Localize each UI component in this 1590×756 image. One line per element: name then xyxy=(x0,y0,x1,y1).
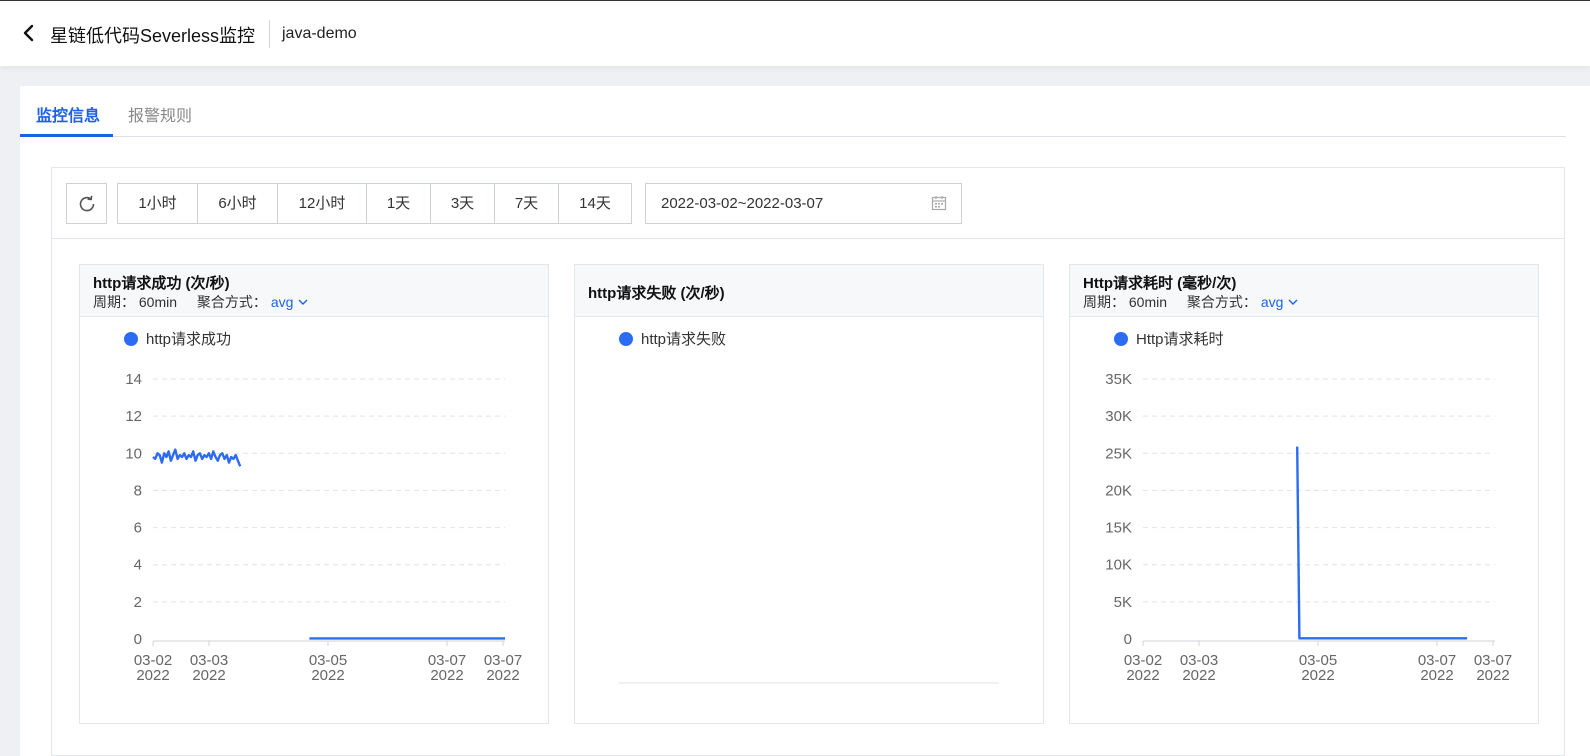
range-1d-button[interactable]: 1天 xyxy=(367,184,431,223)
card-header: http请求失败 (次/秒) xyxy=(575,265,1043,317)
legend-label: http请求失败 xyxy=(641,331,726,348)
y-tick-label: 5K xyxy=(1114,594,1132,611)
x-tick-label: 2022 xyxy=(430,667,463,684)
series-line xyxy=(152,448,242,467)
y-tick-label: 35K xyxy=(1105,371,1132,388)
header-divider xyxy=(269,20,270,48)
card-meta: 周期： 60min 聚合方式： avg xyxy=(1083,292,1299,312)
range-6h-button[interactable]: 6小时 xyxy=(198,184,278,223)
x-tick-label: 2022 xyxy=(1182,667,1215,684)
y-tick-label: 8 xyxy=(134,482,142,499)
active-tab-indicator xyxy=(20,134,113,137)
x-tick-label: 2022 xyxy=(136,667,169,684)
legend-marker xyxy=(1114,332,1128,346)
range-12h-button[interactable]: 12小时 xyxy=(278,184,367,223)
date-range-value: 2022-03-02~2022-03-07 xyxy=(661,195,824,212)
period-value: 60min xyxy=(1128,294,1168,310)
chevron-down-icon xyxy=(298,299,308,305)
date-range-picker[interactable]: 2022-03-02~2022-03-07 xyxy=(645,183,962,224)
x-tick-label: 2022 xyxy=(311,667,344,684)
card-title: http请求成功 (次/秒) xyxy=(93,275,230,292)
app-name: java-demo xyxy=(282,25,357,42)
y-tick-label: 6 xyxy=(134,520,142,537)
x-tick-label: 2022 xyxy=(1301,667,1334,684)
y-tick-label: 10 xyxy=(125,445,142,462)
chart-http-failure: http请求失败 xyxy=(619,331,999,684)
x-tick-label: 2022 xyxy=(1126,667,1159,684)
page-title: 星链低代码Severless监控 xyxy=(50,26,256,46)
refresh-button[interactable] xyxy=(66,183,107,224)
range-14d-button[interactable]: 14天 xyxy=(559,184,631,223)
time-range-group: 1小时 6小时 12小时 1天 3天 7天 14天 xyxy=(117,183,632,224)
tab-bar: 监控信息 报警规则 xyxy=(20,86,1566,137)
chart-card-http-success: http请求成功 (次/秒) 周期： 60min 聚合方式： avg http请… xyxy=(79,264,549,724)
back-button[interactable] xyxy=(18,21,40,45)
legend-marker xyxy=(124,332,138,346)
x-tick-label: 2022 xyxy=(1476,667,1509,684)
x-tick-label: 2022 xyxy=(192,667,225,684)
chevron-left-icon xyxy=(23,24,34,42)
x-tick-label: 2022 xyxy=(486,667,519,684)
y-tick-label: 30K xyxy=(1105,408,1132,425)
card-header: http请求成功 (次/秒) 周期： 60min 聚合方式： avg xyxy=(80,265,548,317)
y-tick-label: 14 xyxy=(125,371,142,388)
time-toolbar: 1小时 6小时 12小时 1天 3天 7天 14天 2022-03-02~202… xyxy=(52,168,1564,239)
agg-select[interactable]: avg xyxy=(271,294,309,310)
monitor-content: 1小时 6小时 12小时 1天 3天 7天 14天 2022-03-02~202… xyxy=(51,167,1565,756)
agg-value: avg xyxy=(270,294,294,310)
range-7d-button[interactable]: 7天 xyxy=(495,184,559,223)
legend-label: http请求成功 xyxy=(146,331,231,348)
calendar-icon xyxy=(931,196,947,211)
chart-http-success: http请求成功0246810121403-02202203-03202203-… xyxy=(124,331,522,684)
agg-label: 聚合方式： xyxy=(1186,294,1257,310)
period-label: 周期： xyxy=(1083,294,1125,310)
agg-label: 聚合方式： xyxy=(196,294,267,310)
period-value: 60min xyxy=(138,294,178,310)
series-line xyxy=(1296,446,1468,640)
card-title: Http请求耗时 (毫秒/次) xyxy=(1083,275,1237,292)
y-tick-label: 10K xyxy=(1105,557,1132,574)
y-tick-label: 4 xyxy=(134,557,142,574)
range-1h-button[interactable]: 1小时 xyxy=(118,184,198,223)
legend-marker xyxy=(619,332,633,346)
refresh-icon xyxy=(79,195,94,211)
card-meta: 周期： 60min 聚合方式： avg xyxy=(93,292,309,312)
y-tick-label: 0 xyxy=(1124,631,1132,648)
chevron-down-icon xyxy=(1288,299,1298,305)
card-title: http请求失败 (次/秒) xyxy=(588,285,725,302)
y-tick-label: 2 xyxy=(134,594,142,611)
x-tick-label: 2022 xyxy=(1420,667,1453,684)
agg-value: avg xyxy=(1260,294,1284,310)
y-tick-label: 20K xyxy=(1105,482,1132,499)
agg-select[interactable]: avg xyxy=(1261,294,1299,310)
chart-card-http-latency: Http请求耗时 (毫秒/次) 周期： 60min 聚合方式： avg Http… xyxy=(1069,264,1539,724)
y-tick-label: 25K xyxy=(1105,445,1132,462)
tab-monitoring[interactable]: 监控信息 xyxy=(36,102,100,126)
chart-card-http-failure: http请求失败 (次/秒) http请求失败 xyxy=(574,264,1044,724)
card-header: Http请求耗时 (毫秒/次) 周期： 60min 聚合方式： avg xyxy=(1070,265,1538,317)
y-tick-label: 15K xyxy=(1105,520,1132,537)
main-panel: 监控信息 报警规则 1小时 6小时 12小时 1天 3天 7天 14天 2022 xyxy=(20,86,1590,756)
period-label: 周期： xyxy=(93,294,135,310)
range-3d-button[interactable]: 3天 xyxy=(431,184,495,223)
tab-alert-rules[interactable]: 报警规则 xyxy=(128,102,192,126)
chart-http-latency: Http请求耗时05K10K15K20K25K30K35K03-02202203… xyxy=(1105,331,1512,684)
legend-label: Http请求耗时 xyxy=(1136,331,1224,348)
top-header: 星链低代码Severless监控 java-demo xyxy=(0,0,1590,66)
y-tick-label: 0 xyxy=(134,631,142,648)
y-tick-label: 12 xyxy=(125,408,142,425)
